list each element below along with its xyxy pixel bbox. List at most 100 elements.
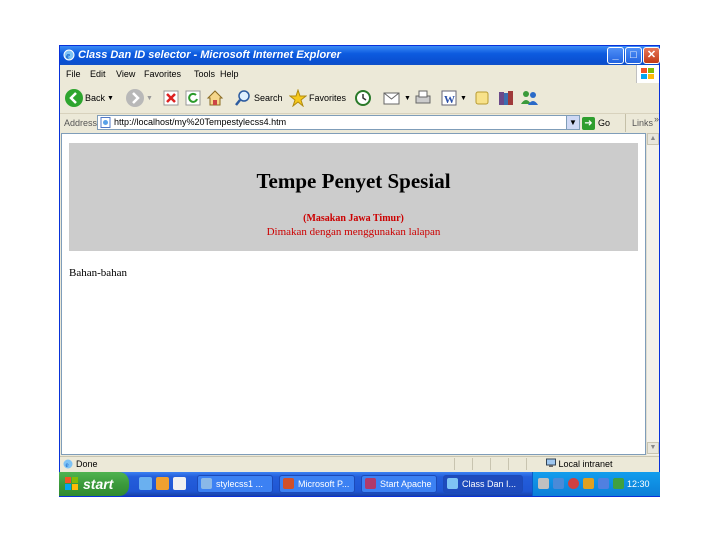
- recipe-description: Dimakan dengan menggunakan lalapan: [266, 226, 441, 238]
- favorites-label: Favorites: [309, 93, 347, 103]
- favorites-button[interactable]: Favorites: [289, 87, 346, 109]
- intranet-icon: [546, 458, 556, 467]
- taskbar-item-stylecss[interactable]: stylecss1 ...: [197, 475, 273, 493]
- refresh-icon: [185, 90, 201, 106]
- menu-view[interactable]: View: [116, 65, 135, 83]
- system-tray: 12:30 PM: [532, 472, 660, 513]
- edit-button[interactable]: W ▼: [440, 87, 467, 109]
- links-toolbar[interactable]: Links »: [625, 114, 659, 132]
- tray-network-icon[interactable]: [553, 478, 564, 489]
- taskbar-item-internet-explorer[interactable]: Class Dan I...: [443, 475, 523, 493]
- start-label: start: [83, 476, 114, 492]
- windows-flag-icon: [65, 477, 78, 490]
- recipe-region: (Masakan Jawa Timur): [303, 213, 404, 224]
- status-divider: [526, 458, 527, 470]
- edit-dropdown-icon: ▼: [460, 94, 467, 102]
- internet-explorer-icon: e: [63, 49, 75, 61]
- svg-text:e: e: [66, 461, 69, 469]
- taskbar-item-apache[interactable]: Start Apache: [361, 475, 437, 493]
- address-bar: Address http://localhost/my%20Tempestyle…: [60, 114, 659, 132]
- stop-button[interactable]: [162, 87, 180, 109]
- page-done-icon: e: [63, 459, 73, 469]
- tray-status-icon[interactable]: [613, 478, 624, 489]
- status-text: Done: [76, 459, 98, 469]
- quicklaunch-desktop-icon[interactable]: [173, 477, 186, 490]
- page-content: Tempe Penyet Spesial (Masakan Jawa Timur…: [61, 133, 646, 455]
- search-button[interactable]: Search: [234, 87, 283, 109]
- tray-antivirus-icon[interactable]: [568, 478, 579, 489]
- research-button[interactable]: [497, 87, 515, 109]
- page-icon: [100, 117, 111, 128]
- back-button[interactable]: Back ▼: [65, 87, 114, 109]
- home-button[interactable]: [206, 87, 224, 109]
- menu-help[interactable]: Help: [220, 65, 239, 83]
- clock: 12:30 PM: [627, 479, 650, 513]
- svg-text:W: W: [444, 94, 455, 106]
- forward-dropdown-icon: ▼: [146, 94, 153, 102]
- start-button[interactable]: start: [59, 472, 129, 496]
- standard-toolbar: Back ▼ ▼ Search Favorites ▼ W ▼: [60, 83, 659, 114]
- forward-arrow-icon: [126, 89, 144, 107]
- back-arrow-icon: [65, 89, 83, 107]
- discuss-icon: [475, 91, 489, 105]
- links-label: Links: [632, 118, 654, 128]
- go-label: Go: [598, 118, 611, 128]
- windows-logo-icon: [636, 65, 659, 83]
- recipe-header: Tempe Penyet Spesial (Masakan Jawa Timur…: [69, 143, 638, 251]
- minimize-button[interactable]: _: [607, 47, 624, 64]
- close-button[interactable]: ✕: [643, 47, 660, 64]
- menu-edit[interactable]: Edit: [90, 65, 106, 83]
- messenger-button[interactable]: [520, 87, 540, 109]
- vertical-scrollbar[interactable]: ▲ ▼: [646, 133, 659, 455]
- address-input[interactable]: http://localhost/my%20Tempestylecss4.htm: [97, 115, 577, 130]
- scroll-down-icon[interactable]: ▼: [647, 442, 659, 454]
- document-icon: [201, 478, 212, 489]
- mail-button[interactable]: ▼: [382, 87, 411, 109]
- address-dropdown-button[interactable]: ▼: [566, 115, 580, 130]
- mail-dropdown-icon: ▼: [404, 94, 411, 102]
- security-zone: Local intranet: [546, 457, 613, 471]
- tray-security-icon[interactable]: [583, 478, 594, 489]
- svg-text:e: e: [66, 51, 70, 61]
- go-arrow-icon: ➜: [582, 116, 595, 130]
- page-title: Tempe Penyet Spesial: [256, 169, 451, 193]
- home-icon: [206, 90, 224, 106]
- research-books-icon: [499, 91, 513, 105]
- menu-tools[interactable]: Tools: [194, 65, 215, 83]
- refresh-button[interactable]: [184, 87, 202, 109]
- print-button[interactable]: [414, 87, 432, 109]
- browser-window: e Class Dan ID selector - Microsoft Inte…: [59, 45, 660, 497]
- taskbar: start stylecss1 ... Microsoft P... Start…: [59, 472, 660, 513]
- discuss-button[interactable]: [473, 87, 491, 109]
- taskbar-item-powerpoint[interactable]: Microsoft P...: [279, 475, 355, 493]
- internet-explorer-icon: [447, 478, 458, 489]
- address-label: Address: [64, 118, 98, 128]
- maximize-button[interactable]: □: [625, 47, 642, 64]
- links-chevron-icon: »: [654, 114, 660, 124]
- security-zone-label: Local intranet: [558, 459, 613, 469]
- status-divider: [472, 458, 473, 470]
- search-label: Search: [254, 93, 283, 103]
- ingredients-heading: Bahan-bahan: [69, 267, 128, 279]
- history-button[interactable]: [354, 87, 372, 109]
- scroll-up-icon[interactable]: ▲: [647, 133, 659, 145]
- menu-favorites[interactable]: Favorites: [144, 65, 181, 83]
- title-bar[interactable]: e Class Dan ID selector - Microsoft Inte…: [60, 46, 660, 65]
- quicklaunch-ie-icon[interactable]: [139, 477, 152, 490]
- stop-icon: [163, 90, 179, 106]
- status-divider: [454, 458, 455, 470]
- powerpoint-icon: [283, 478, 294, 489]
- messenger-icon: [521, 91, 538, 105]
- status-bar: e Done Local intranet: [60, 456, 659, 471]
- forward-button[interactable]: ▼: [126, 87, 153, 109]
- search-icon: [235, 90, 250, 106]
- apache-feather-icon: [365, 478, 376, 489]
- status-divider: [490, 458, 491, 470]
- back-dropdown-icon: ▼: [107, 94, 114, 102]
- menu-file[interactable]: File: [66, 65, 81, 83]
- quicklaunch-media-icon[interactable]: [156, 477, 169, 490]
- tray-tool-icon[interactable]: [538, 478, 549, 489]
- tray-volume-icon[interactable]: [598, 478, 609, 489]
- go-button[interactable]: ➜ Go: [582, 115, 610, 131]
- menu-bar: File Edit View Favorites Tools Help: [60, 65, 659, 84]
